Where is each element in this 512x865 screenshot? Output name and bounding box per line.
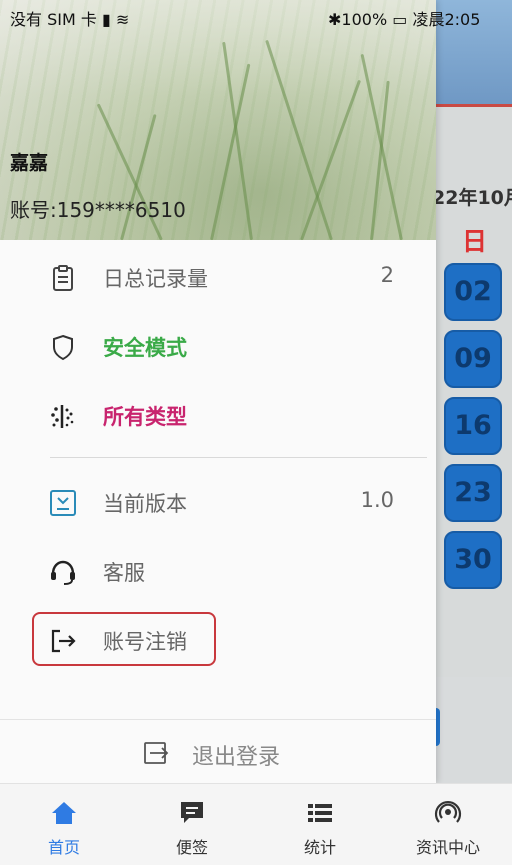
clock: 凌晨2:05 [412,10,481,29]
tab-label: 资讯中心 [415,838,480,857]
list-icon [308,804,332,822]
menu-item-label: 客服 [103,561,145,585]
tab-statistics[interactable]: 统计 [256,784,384,865]
menu-item-daily-records[interactable]: 日总记录量 2 [0,247,436,307]
scatter-icon [51,405,74,428]
broadcast-icon [434,800,462,823]
tab-home[interactable]: 首页 [0,784,128,865]
headset-icon [51,560,75,585]
calendar-year-month: 22年10月 [432,187,512,209]
menu-item-account-cancel[interactable]: 账号注销 [0,610,436,670]
menu-item-customer-service[interactable]: 客服 [0,541,436,601]
calendar-day[interactable]: 16 [444,397,502,455]
bottom-navigation: 首页 便签 统计 资讯中心 [0,783,512,865]
wifi-icon: ≋ [115,10,130,29]
bluetooth-icon: ✱ [328,10,342,29]
tab-label: 统计 [303,838,336,857]
calendar-day[interactable]: 30 [444,531,502,589]
user-name: 嘉嘉 [10,152,49,174]
note-icon [181,802,203,823]
battery-icon: ▭ [392,10,408,29]
tab-notes[interactable]: 便签 [128,784,256,865]
status-right: ✱100% ▭ 凌晨2:05 [328,6,480,30]
calendar-weekday: 日 [462,227,488,256]
clipboard-icon [53,265,73,291]
tab-news-center[interactable]: 资讯中心 [384,784,512,865]
calendar-day[interactable]: 23 [444,464,502,522]
navigation-drawer: 嘉嘉 账号:159****6510 日总记录量 2 安全模式 所有类型 当前版本… [0,0,436,783]
logout-arrow-icon [51,629,76,653]
status-sim: 没有 SIM 卡 ▮ ≋ [10,10,130,29]
logout-icon [144,742,169,764]
home-icon [52,802,76,824]
calendar-day[interactable]: 02 [444,263,502,321]
menu-item-label: 所有类型 [103,405,187,429]
version-number: 1.0 [360,488,394,512]
logout-label: 退出登录 [192,745,281,770]
menu-item-label: 当前版本 [103,492,187,516]
tab-label: 首页 [47,838,80,857]
shield-icon [53,334,73,361]
menu-item-label: 账号注销 [103,630,187,654]
battery-percent: 100% [341,10,388,29]
account-number: 账号:159****6510 [10,198,186,222]
drawer-header: 嘉嘉 账号:159****6510 [0,0,436,240]
menu-item-safe-mode[interactable]: 安全模式 [0,316,436,376]
menu-item-label: 安全模式 [103,336,187,360]
menu-divider [50,457,427,458]
status-bar: 没有 SIM 卡 ▮ ≋ ✱100% ▭ 凌晨2:05 [0,0,512,32]
tab-label: 便签 [175,838,208,857]
download-box-icon [50,490,76,516]
menu-item-all-types[interactable]: 所有类型 [0,385,436,445]
daily-record-count: 2 [380,263,394,287]
sim-icon: ▮ [101,10,111,29]
menu-item-label: 日总记录量 [103,267,208,291]
menu-item-current-version[interactable]: 当前版本 1.0 [0,472,436,532]
logout-button[interactable]: 退出登录 [0,719,436,783]
calendar-day[interactable]: 09 [444,330,502,388]
